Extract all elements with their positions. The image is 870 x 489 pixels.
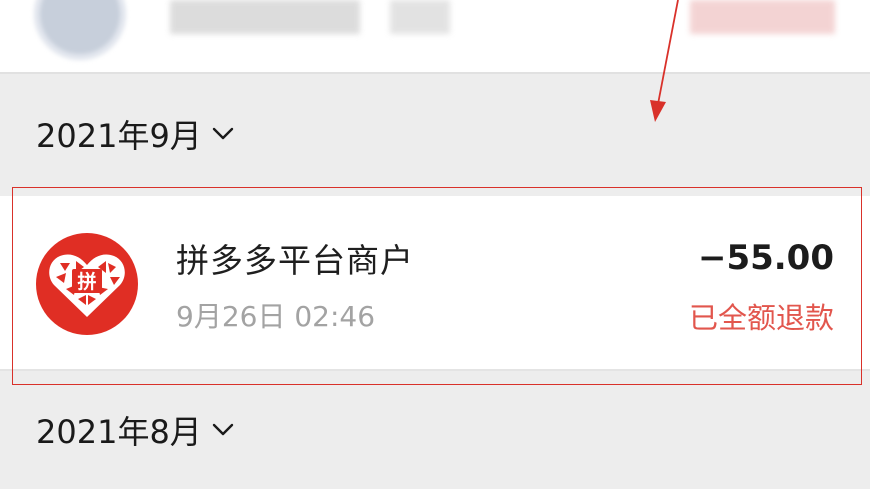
month-label: 2021年9月: [36, 117, 202, 155]
chevron-down-icon: [212, 423, 234, 436]
month-selector-aug[interactable]: 2021年8月: [36, 410, 234, 451]
blurred-text: [390, 0, 450, 34]
annotation-highlight-box: [12, 187, 862, 385]
blurred-text: [170, 0, 360, 34]
divider: [0, 72, 870, 74]
blurred-text: [690, 0, 835, 34]
chevron-down-icon: [212, 127, 234, 140]
month-selector-sep[interactable]: 2021年9月: [36, 114, 234, 155]
blurred-avatar: [34, 0, 126, 60]
previous-list-item[interactable]: [0, 0, 870, 72]
month-label: 2021年8月: [36, 413, 202, 451]
